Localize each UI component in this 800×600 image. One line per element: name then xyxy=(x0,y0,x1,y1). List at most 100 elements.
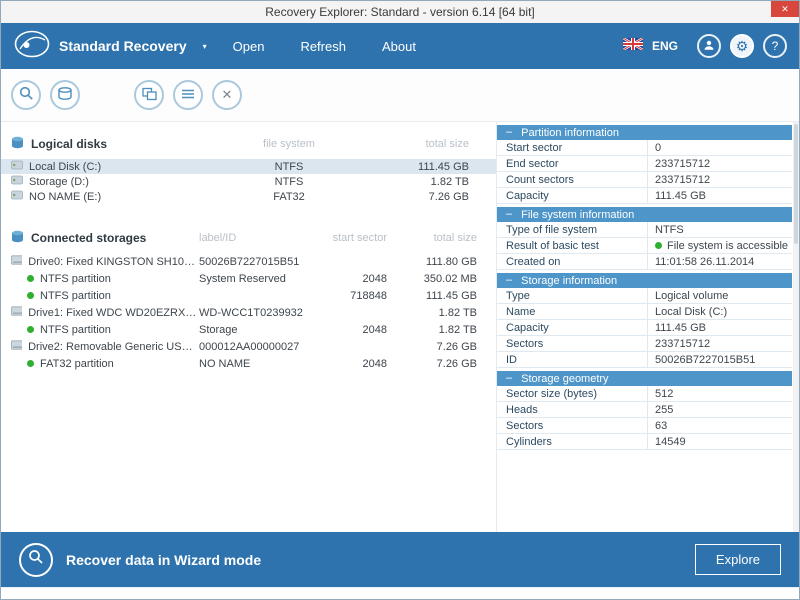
menu-item-refresh[interactable]: Refresh xyxy=(300,39,346,54)
close-view-button[interactable]: ✕ xyxy=(212,80,242,110)
partition-row[interactable]: NTFS partition 718848 111.45 GB xyxy=(1,287,496,304)
info-row: Sectors 233715712 xyxy=(497,336,792,352)
column-header-total-size: total size xyxy=(433,232,477,244)
main-menu: Open Refresh About xyxy=(233,39,416,54)
storage-tree-panel: Logical disks file system total size Loc… xyxy=(1,122,496,532)
section-header-partition-information[interactable]: – Partition information xyxy=(497,125,792,140)
column-header-total-size: total size xyxy=(425,138,469,150)
disk-icon xyxy=(11,160,23,173)
help-icon: ? xyxy=(771,39,779,53)
partition-row[interactable]: NTFS partition System Reserved 2048 350.… xyxy=(1,270,496,287)
collapse-icon: – xyxy=(506,126,513,138)
info-row: Start sector 0 xyxy=(497,140,792,156)
menu-item-about[interactable]: About xyxy=(382,39,416,54)
wizard-icon xyxy=(28,549,44,570)
explore-button[interactable]: Explore xyxy=(694,544,781,575)
partition-row[interactable]: FAT32 partition NO NAME 2048 7.26 GB xyxy=(1,355,496,372)
drive-icon xyxy=(11,306,23,319)
language-label[interactable]: ENG xyxy=(652,39,678,53)
section-header-storage-information[interactable]: – Storage information xyxy=(497,273,792,288)
info-row: Heads 255 xyxy=(497,402,792,418)
file-system-information-section: – File system information Type of file s… xyxy=(497,207,792,270)
info-row: Created on 11:01:58 26.11.2014 xyxy=(497,254,792,270)
collapse-icon: – xyxy=(506,208,513,220)
connected-storages-header: Connected storages label/ID start sector… xyxy=(1,228,496,248)
logical-disk-row[interactable]: NO NAME (E:) FAT32 7.26 GB xyxy=(1,189,496,204)
section-header-file-system-information[interactable]: – File system information xyxy=(497,207,792,222)
user-button[interactable] xyxy=(697,34,721,58)
disks-icon xyxy=(11,230,24,246)
status-dot-icon xyxy=(655,242,662,249)
column-header-label-id: label/ID xyxy=(199,232,237,244)
close-icon: ✕ xyxy=(781,3,789,14)
section-header-storage-geometry[interactable]: – Storage geometry xyxy=(497,371,792,386)
app-logo-icon xyxy=(13,29,51,64)
connected-storages-section: Connected storages label/ID start sector… xyxy=(1,228,496,372)
logical-disk-row[interactable]: Local Disk (C:) NTFS 111.45 GB xyxy=(1,159,496,174)
info-row: Capacity 111.45 GB xyxy=(497,320,792,336)
partition-dot-icon xyxy=(27,275,34,282)
info-row: Result of basic test File system is acces… xyxy=(497,238,792,254)
drive-row[interactable]: Drive1: Fixed WDC WD20EZRX-00DC... WD-WC… xyxy=(1,304,496,321)
vertical-scrollbar[interactable] xyxy=(793,122,799,532)
storage-geometry-section: – Storage geometry Sector size (bytes) 51… xyxy=(497,371,792,450)
list-icon xyxy=(181,88,195,103)
wizard-footer: Recover data in Wizard mode Explore xyxy=(1,532,799,587)
partition-information-section: – Partition information Start sector 0 En… xyxy=(497,125,792,204)
drive-row[interactable]: Drive2: Removable Generic USB Flash... 0… xyxy=(1,338,496,355)
drive-icon xyxy=(11,255,23,268)
list-view-button[interactable] xyxy=(173,80,203,110)
uk-flag-icon[interactable] xyxy=(622,36,644,55)
partition-dot-icon xyxy=(27,360,34,367)
collapse-icon: – xyxy=(506,274,513,286)
partition-dot-icon xyxy=(27,326,34,333)
gear-icon: ⚙ xyxy=(735,37,749,54)
search-button[interactable] xyxy=(11,80,41,110)
toolbar: ✕ xyxy=(1,69,799,121)
info-row: Sectors 63 xyxy=(497,418,792,434)
info-row: Type of file system NTFS xyxy=(497,222,792,238)
titlebar: Recovery Explorer: Standard - version 6.… xyxy=(1,1,799,23)
window-close-button[interactable]: ✕ xyxy=(771,1,799,17)
app-header: Standard Recovery ▾ Open Refresh About E… xyxy=(1,23,799,69)
dual-panel-icon xyxy=(141,87,157,104)
logical-disks-title: Logical disks xyxy=(11,136,209,152)
help-button[interactable]: ? xyxy=(763,34,787,58)
storage-icon xyxy=(57,86,73,104)
info-panel: – Partition information Start sector 0 En… xyxy=(496,122,799,532)
column-header-file-system: file system xyxy=(263,138,315,150)
partition-row[interactable]: NTFS partition Storage 2048 1.82 TB xyxy=(1,321,496,338)
logical-disk-row[interactable]: Storage (D:) NTFS 1.82 TB xyxy=(1,174,496,189)
dual-panel-button[interactable] xyxy=(134,80,164,110)
info-row: Cylinders 14549 xyxy=(497,434,792,450)
info-row: Type Logical volume xyxy=(497,288,792,304)
app-name: Standard Recovery xyxy=(59,38,187,54)
info-row: Capacity 111.45 GB xyxy=(497,188,792,204)
wizard-mode-label: Recover data in Wizard mode xyxy=(66,551,262,568)
disks-icon xyxy=(11,136,24,152)
info-row: Count sectors 233715712 xyxy=(497,172,792,188)
drive-row[interactable]: Drive0: Fixed KINGSTON SH103S312... 5002… xyxy=(1,253,496,270)
column-header-start-sector: start sector xyxy=(332,232,387,244)
chevron-down-icon[interactable]: ▾ xyxy=(203,42,207,51)
main-area: Logical disks file system total size Loc… xyxy=(1,121,799,532)
user-icon xyxy=(703,39,715,54)
connected-storages-title: Connected storages xyxy=(11,230,199,246)
info-row: End sector 233715712 xyxy=(497,156,792,172)
window-title: Recovery Explorer: Standard - version 6.… xyxy=(265,5,535,19)
wizard-mode-button[interactable] xyxy=(19,542,53,577)
app-window: Recovery Explorer: Standard - version 6.… xyxy=(0,0,800,600)
collapse-icon: – xyxy=(506,372,513,384)
partition-dot-icon xyxy=(27,292,34,299)
drive-icon xyxy=(11,340,23,353)
settings-button[interactable]: ⚙ xyxy=(730,34,754,58)
menu-item-open[interactable]: Open xyxy=(233,39,265,54)
storage-information-section: – Storage information Type Logical volume… xyxy=(497,273,792,368)
disk-icon xyxy=(11,175,23,188)
scrollbar-thumb[interactable] xyxy=(794,124,798,244)
info-row: Name Local Disk (C:) xyxy=(497,304,792,320)
search-icon xyxy=(19,86,34,104)
status-strip xyxy=(1,587,799,599)
close-icon: ✕ xyxy=(221,87,233,102)
open-storage-button[interactable] xyxy=(50,80,80,110)
